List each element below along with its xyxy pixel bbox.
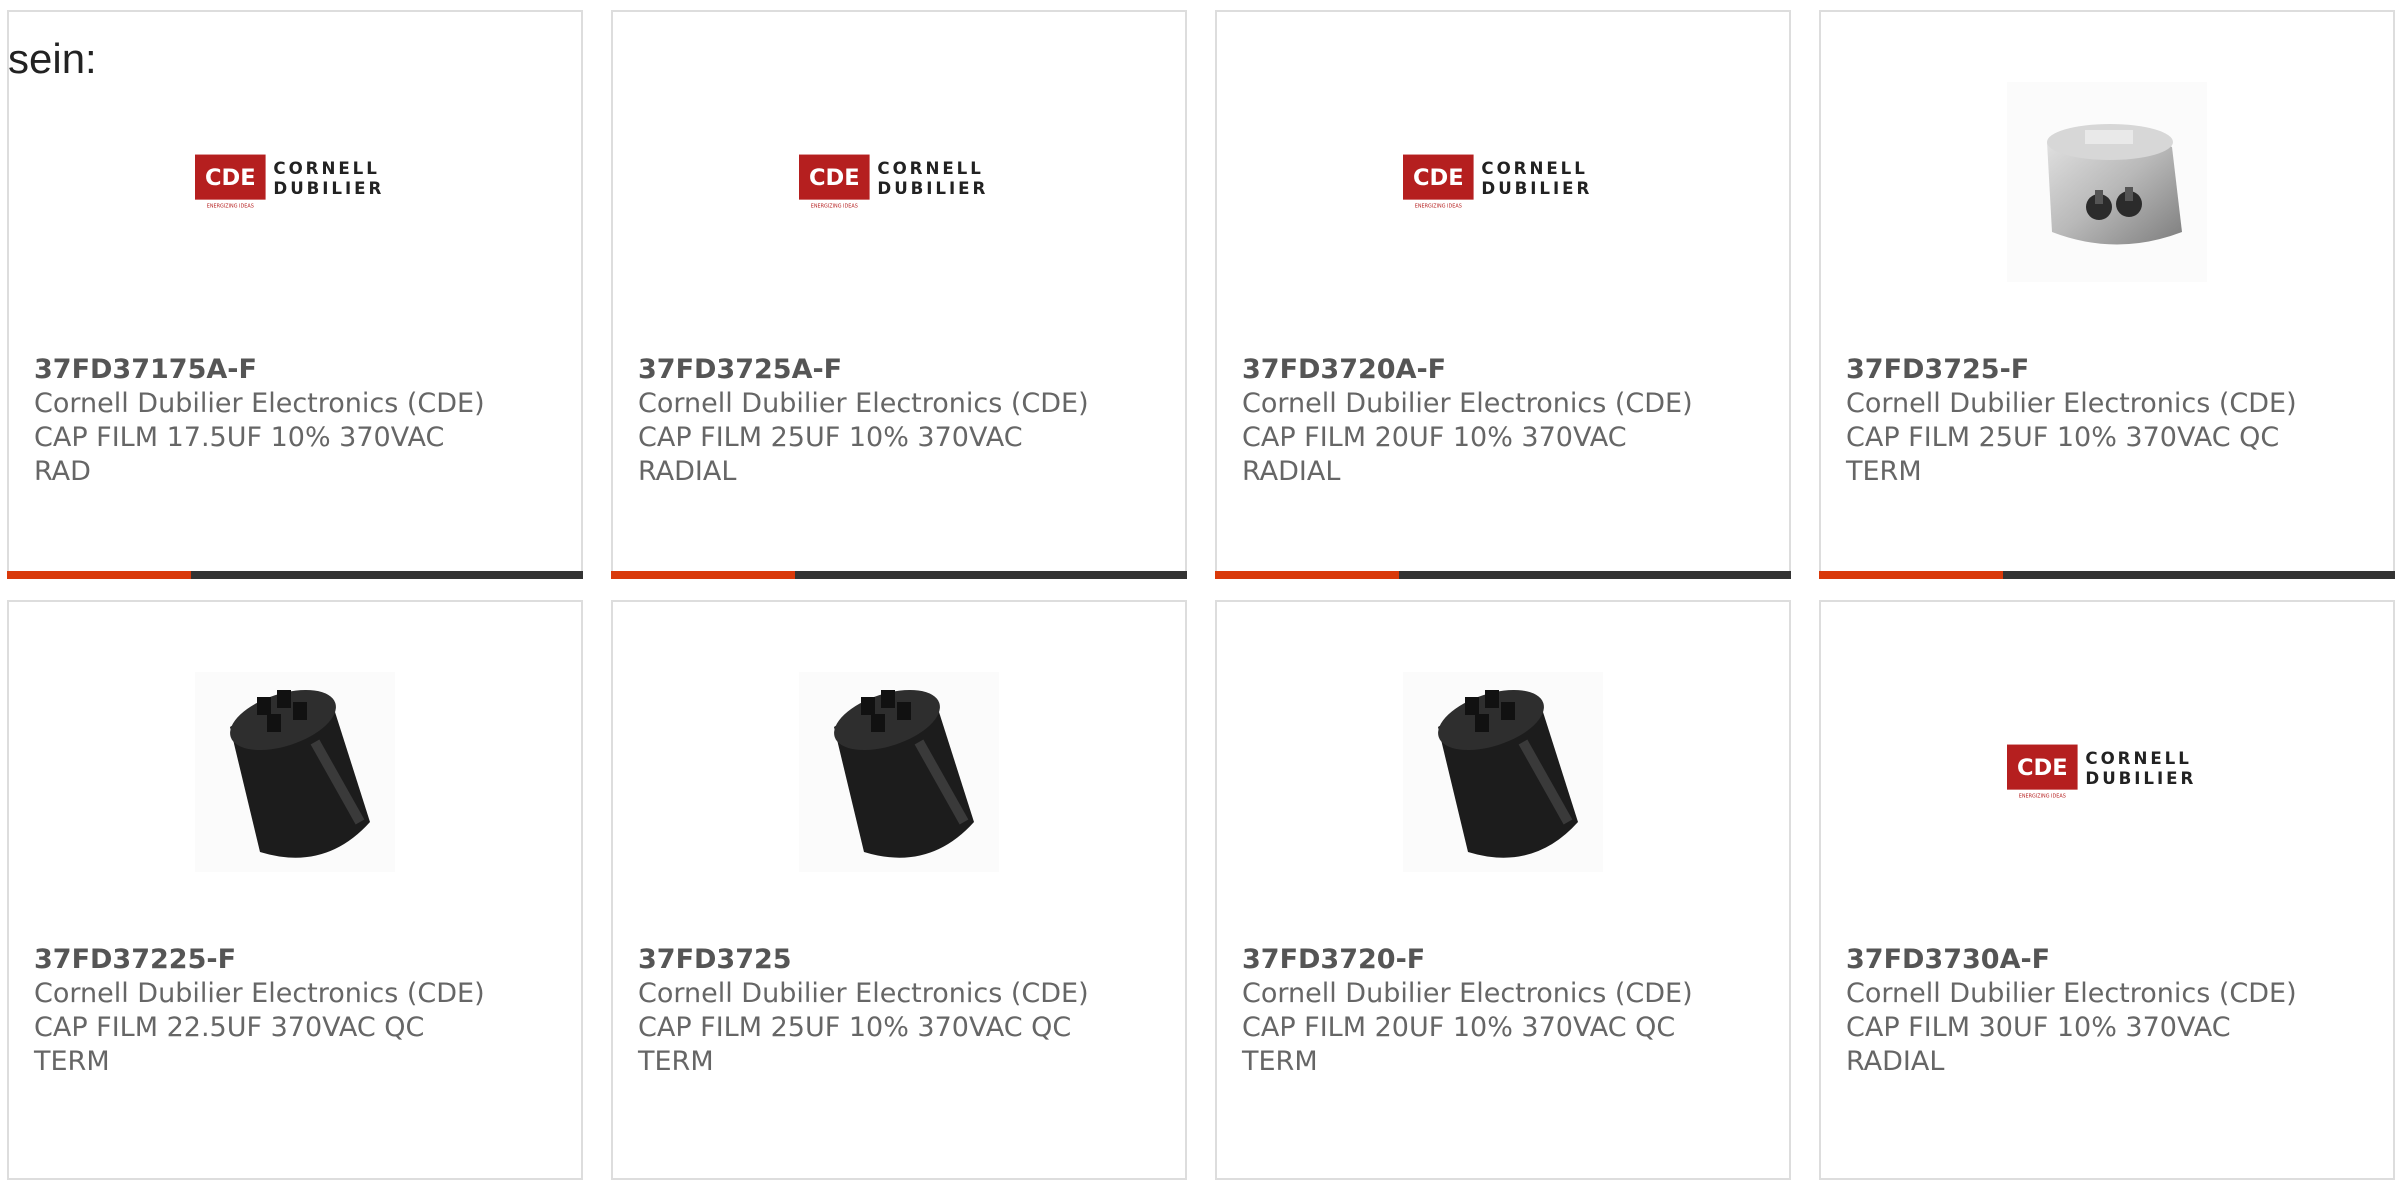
- part-number[interactable]: 37FD3720A-F: [1242, 353, 1712, 387]
- part-number[interactable]: 37FD3720-F: [1242, 943, 1712, 977]
- svg-text:DUBILIER: DUBILIER: [273, 179, 384, 198]
- card-bottom-bar: [1215, 571, 1791, 579]
- product-card[interactable]: 37FD3720-F Cornell Dubilier Electronics …: [1215, 600, 1791, 1180]
- manufacturer: Cornell Dubilier Electronics (CDE): [34, 978, 485, 1009]
- product-description: CAP FILM 25UF 10% 370VAC QC TERM: [638, 1012, 1072, 1077]
- card-bottom-bar: [7, 571, 583, 579]
- product-description: CAP FILM 30UF 10% 370VAC RADIAL: [1846, 1012, 2231, 1077]
- svg-text:ENERGIZING IDEAS: ENERGIZING IDEAS: [207, 203, 254, 209]
- svg-text:ENERGIZING IDEAS: ENERGIZING IDEAS: [1415, 203, 1462, 209]
- product-description: CAP FILM 17.5UF 10% 370VAC RAD: [34, 422, 445, 487]
- product-description: CAP FILM 25UF 10% 370VAC QC TERM: [1846, 422, 2280, 487]
- part-number[interactable]: 37FD37175A-F: [34, 353, 504, 387]
- cde-logo-image: CDE ENERGIZING IDEAS CORNELL DUBILIER: [799, 82, 999, 282]
- svg-text:CORNELL: CORNELL: [2085, 749, 2191, 768]
- manufacturer: Cornell Dubilier Electronics (CDE): [1242, 388, 1693, 419]
- card-bottom-bar: [611, 571, 1187, 579]
- cde-logo-image: CDE ENERGIZING IDEAS CORNELL DUBILIER: [1403, 82, 1603, 282]
- product-card[interactable]: 37FD3725-F Cornell Dubilier Electronics …: [1819, 10, 2395, 579]
- card-accent-bar: [1819, 571, 2003, 579]
- svg-text:CDE: CDE: [205, 165, 256, 191]
- oval-metal-capacitor-image: [2007, 82, 2207, 282]
- svg-text:ENERGIZING IDEAS: ENERGIZING IDEAS: [811, 203, 858, 209]
- card-accent-bar: [1215, 571, 1399, 579]
- svg-text:CDE: CDE: [809, 165, 860, 191]
- svg-text:DUBILIER: DUBILIER: [2085, 769, 2196, 788]
- card-accent-bar: [7, 571, 191, 579]
- product-card[interactable]: CDE ENERGIZING IDEAS CORNELL DUBILIER 37…: [611, 10, 1187, 579]
- svg-text:CDE: CDE: [1413, 165, 1464, 191]
- manufacturer: Cornell Dubilier Electronics (CDE): [638, 978, 1089, 1009]
- svg-text:CORNELL: CORNELL: [877, 159, 983, 178]
- product-description: CAP FILM 25UF 10% 370VAC RADIAL: [638, 422, 1023, 487]
- black-oval-capacitor-image: [1403, 672, 1603, 872]
- manufacturer: Cornell Dubilier Electronics (CDE): [34, 388, 485, 419]
- svg-text:CORNELL: CORNELL: [1481, 159, 1587, 178]
- card-bottom-bar: [1819, 571, 2395, 579]
- intro-text: sein:: [8, 35, 97, 82]
- product-card[interactable]: CDE ENERGIZING IDEAS CORNELL DUBILIER 37…: [1215, 10, 1791, 579]
- part-number[interactable]: 37FD37225-F: [34, 943, 504, 977]
- manufacturer: Cornell Dubilier Electronics (CDE): [638, 388, 1089, 419]
- product-card[interactable]: CDE ENERGIZING IDEAS CORNELL DUBILIER 37…: [1819, 600, 2395, 1180]
- cde-logo-image: CDE ENERGIZING IDEAS CORNELL DUBILIER: [195, 82, 395, 282]
- product-grid: CDE ENERGIZING IDEAS CORNELL DUBILIER 37…: [0, 0, 2400, 1180]
- black-oval-capacitor-image: [799, 672, 999, 872]
- product-card[interactable]: 37FD3725 Cornell Dubilier Electronics (C…: [611, 600, 1187, 1180]
- product-card[interactable]: 37FD37225-F Cornell Dubilier Electronics…: [7, 600, 583, 1180]
- product-description: CAP FILM 22.5UF 370VAC QC TERM: [34, 1012, 425, 1077]
- svg-text:ENERGIZING IDEAS: ENERGIZING IDEAS: [2019, 793, 2066, 799]
- product-description: CAP FILM 20UF 10% 370VAC RADIAL: [1242, 422, 1627, 487]
- part-number[interactable]: 37FD3725-F: [1846, 353, 2316, 387]
- product-description: CAP FILM 20UF 10% 370VAC QC TERM: [1242, 1012, 1676, 1077]
- svg-text:CDE: CDE: [2017, 755, 2068, 781]
- svg-text:DUBILIER: DUBILIER: [877, 179, 988, 198]
- part-number[interactable]: 37FD3725A-F: [638, 353, 1108, 387]
- svg-text:CORNELL: CORNELL: [273, 159, 379, 178]
- manufacturer: Cornell Dubilier Electronics (CDE): [1846, 388, 2297, 419]
- part-number[interactable]: 37FD3725: [638, 943, 1108, 977]
- part-number[interactable]: 37FD3730A-F: [1846, 943, 2316, 977]
- black-oval-capacitor-image: [195, 672, 395, 872]
- svg-text:DUBILIER: DUBILIER: [1481, 179, 1592, 198]
- manufacturer: Cornell Dubilier Electronics (CDE): [1846, 978, 2297, 1009]
- cde-logo-image: CDE ENERGIZING IDEAS CORNELL DUBILIER: [2007, 672, 2207, 872]
- product-card[interactable]: CDE ENERGIZING IDEAS CORNELL DUBILIER 37…: [7, 10, 583, 579]
- manufacturer: Cornell Dubilier Electronics (CDE): [1242, 978, 1693, 1009]
- card-accent-bar: [611, 571, 795, 579]
